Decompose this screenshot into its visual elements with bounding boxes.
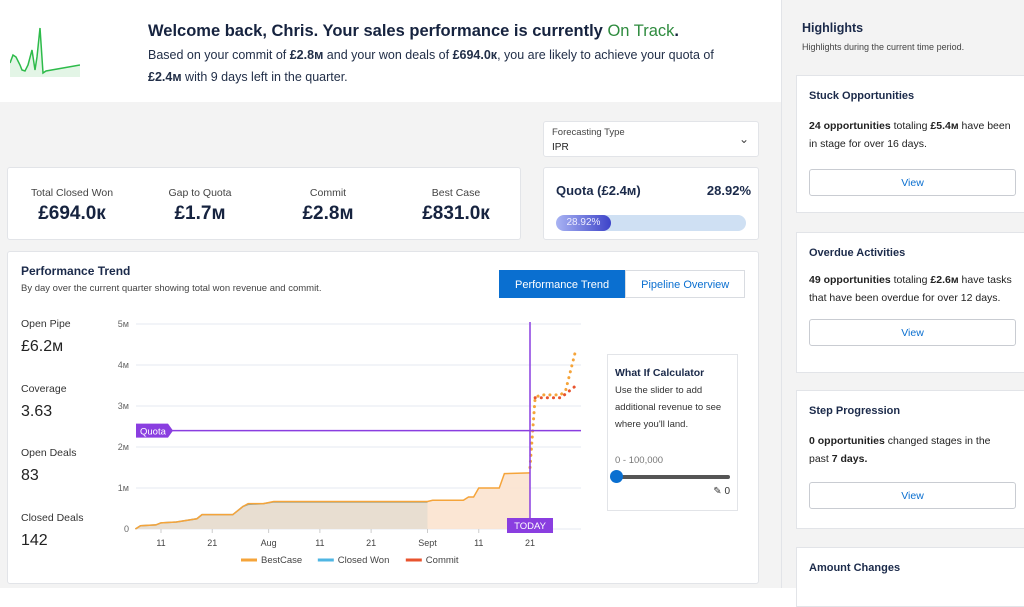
main-panel: Welcome back, Chris. Your sales performa…: [0, 0, 781, 588]
quota-progress-bar: 28.92%: [556, 215, 746, 231]
bestcase-projection: [528, 347, 578, 469]
quota-card: Quota (£2.4м) 28.92% 28.92%: [543, 167, 759, 240]
slider-handle[interactable]: [610, 470, 623, 483]
forecasting-type-select[interactable]: Forecasting Type IPR ⌄: [543, 121, 759, 157]
highlight-overdue-activities: Overdue Activities 49 opportunities tota…: [796, 232, 1024, 373]
legend-label: Closed Won: [338, 555, 390, 566]
sparkline-icon: [10, 27, 80, 77]
view-button[interactable]: View: [809, 319, 1016, 346]
stat-open-deals: Open Deals 83: [21, 447, 77, 484]
summary-text: Based on your commit of £2.8м and your w…: [148, 48, 714, 84]
x-tick-label: 11: [156, 538, 165, 548]
quota-label: Quota: [140, 427, 167, 438]
stat-coverage: Coverage 3.63: [21, 382, 67, 420]
tab-pipeline-overview[interactable]: Pipeline Overview: [625, 270, 746, 298]
x-tick-label: 11: [315, 538, 324, 548]
y-tick-label: 5м: [118, 319, 129, 329]
x-tick-label: 21: [525, 538, 535, 548]
kpi-commit: Commit £2.8м: [302, 187, 354, 224]
y-tick-label: 3м: [118, 401, 129, 411]
kpi-total-closed-won: Total Closed Won £694.0к: [30, 187, 114, 224]
y-tick-label: 2м: [118, 442, 129, 452]
stat-closed-deals: Closed Deals 142: [21, 511, 84, 549]
x-tick-label: 11: [474, 538, 483, 548]
highlight-amount-changes: Amount Changes: [796, 547, 1024, 607]
what-if-description: Use the slider to add additional revenue…: [615, 385, 722, 430]
pencil-icon[interactable]: ✎: [713, 486, 721, 497]
forecasting-value: IPR: [552, 142, 569, 153]
highlights-subtitle: Highlights during the current time perio…: [802, 42, 965, 52]
highlight-step-progression: Step Progression 0 opportunities changed…: [796, 390, 1024, 529]
what-if-title: What If Calculator: [615, 367, 705, 379]
today-label: TODAY: [514, 521, 547, 532]
highlights-title: Highlights: [802, 21, 864, 35]
what-if-calculator: What If Calculator Use the slider to add…: [607, 354, 738, 511]
what-if-range: 0 - 100,000: [615, 455, 664, 466]
stat-open-pipe: Open Pipe £6.2м: [21, 318, 71, 355]
y-tick-label: 4м: [118, 360, 129, 370]
y-tick-label: 0: [124, 524, 129, 534]
x-tick-label: Sept: [418, 538, 437, 548]
legend-label: BestCase: [261, 555, 302, 566]
kpi-card: Total Closed Won £694.0к Gap to Quota £1.7…: [7, 167, 521, 240]
kpi-gap-to-quota: Gap to Quota £1.7м: [168, 187, 232, 224]
tab-performance-trend[interactable]: Performance Trend: [499, 270, 626, 298]
performance-description: By day over the current quarter showing …: [21, 283, 322, 294]
view-button[interactable]: View: [809, 169, 1016, 196]
quota-progress-fill: 28.92%: [556, 215, 611, 231]
y-tick-label: 1м: [118, 483, 129, 493]
quota-percent: 28.92%: [706, 183, 751, 198]
status-text: On Track: [607, 22, 675, 40]
view-button[interactable]: View: [809, 482, 1016, 509]
x-tick-label: 21: [366, 538, 376, 548]
highlight-stuck-opportunities: Stuck Opportunities 24 opportunities tot…: [796, 75, 1024, 213]
performance-trend-card: 0 1м 2м 3м 4м 5м 11 21 Aug 11 21 Sept 11 21 Quota TODAY…: [7, 251, 759, 584]
kpi-best-case: Best Case £831.0к: [422, 187, 490, 224]
performance-title: Performance Trend: [21, 264, 131, 278]
revenue-slider[interactable]: [610, 470, 730, 483]
chevron-down-icon: ⌄: [738, 132, 749, 146]
what-if-value: 0: [724, 486, 730, 497]
highlights-sidebar: Highlights Highlights during the current…: [781, 0, 1024, 607]
closed-won-area: [135, 501, 428, 529]
quota-label: Quota (£2.4м): [556, 183, 641, 198]
x-tick-label: 21: [207, 538, 217, 548]
x-tick-label: Aug: [261, 538, 277, 548]
forecasting-label: Forecasting Type: [552, 127, 625, 138]
legend-label: Commit: [426, 555, 459, 566]
welcome-title: Welcome back, Chris. Your sales performa…: [148, 22, 679, 40]
welcome-header: Welcome back, Chris. Your sales performa…: [0, 0, 781, 102]
